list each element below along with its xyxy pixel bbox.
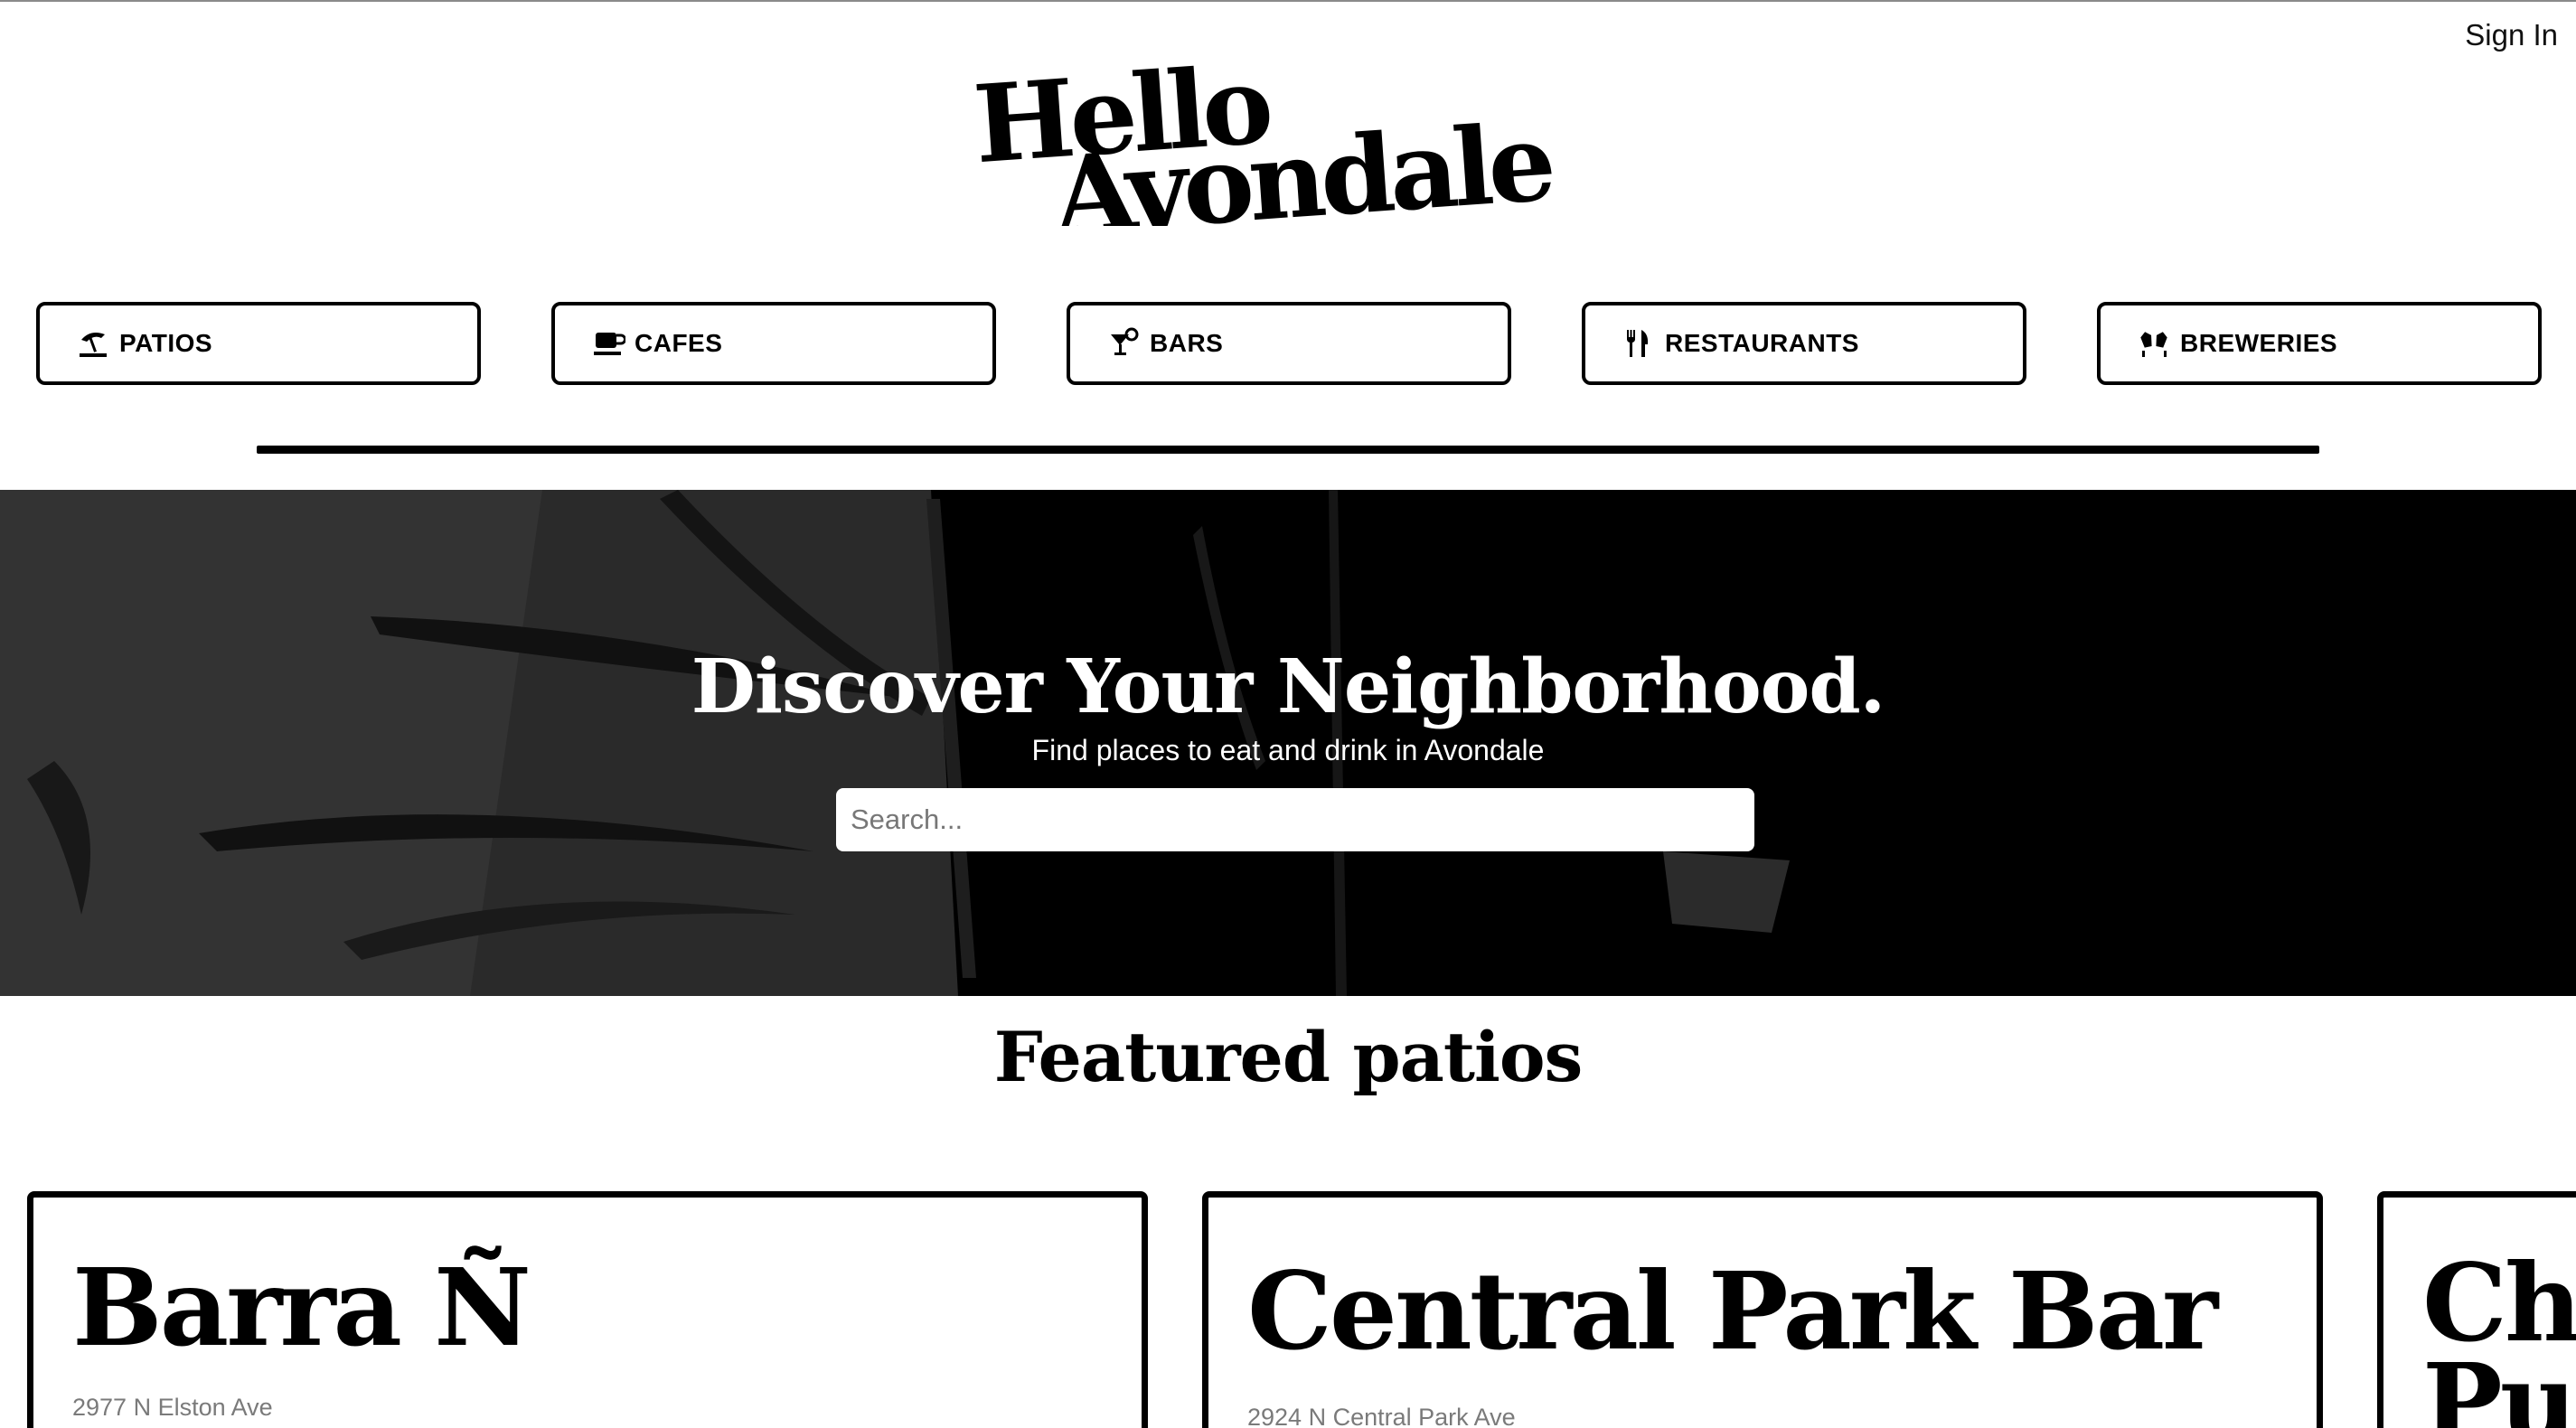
card-address: 2924 N Central Park Ave xyxy=(1247,1404,1516,1428)
nav-restaurants-label: RESTAURANTS xyxy=(1665,329,1859,357)
nav-patios-label: PATIOS xyxy=(119,329,213,357)
search-input[interactable] xyxy=(836,788,1754,851)
nav-cafes-label: CAFES xyxy=(635,329,723,357)
card-title: Barra Ñ xyxy=(72,1245,531,1370)
card-address: 2977 N Elston Ave xyxy=(72,1394,273,1421)
card-title-line-2: Pu xyxy=(2422,1339,2576,1428)
featured-card[interactable]: Barra Ñ 2977 N Elston Ave xyxy=(27,1191,1148,1428)
featured-card[interactable]: Ch Pu xyxy=(2377,1191,2576,1428)
top-border xyxy=(0,0,2576,2)
cocktail-icon xyxy=(1108,327,1141,360)
section-divider xyxy=(257,446,2319,454)
utensils-icon xyxy=(1623,327,1656,360)
featured-card[interactable]: Central Park Bar 2924 N Central Park Ave xyxy=(1202,1191,2323,1428)
nav-cafes-button[interactable]: CAFES xyxy=(551,302,996,385)
nav-restaurants-button[interactable]: RESTAURANTS xyxy=(1582,302,2026,385)
site-logo[interactable]: Hello Avondale xyxy=(967,54,1618,226)
card-title: Central Park Bar xyxy=(1247,1248,2218,1374)
beer-mugs-icon xyxy=(2139,327,2171,360)
hero-subtitle: Find places to eat and drink in Avondale xyxy=(1031,734,1545,766)
nav-breweries-button[interactable]: BREWERIES xyxy=(2097,302,2542,385)
sign-in-link[interactable]: Sign In xyxy=(2465,18,2558,52)
nav-bars-button[interactable]: BARS xyxy=(1067,302,1511,385)
hero-banner: Discover Your Neighborhood. Find places … xyxy=(0,490,2576,996)
nav-bars-label: BARS xyxy=(1150,329,1224,357)
nav-breweries-label: BREWERIES xyxy=(2180,329,2338,357)
hero-title: Discover Your Neighborhood. xyxy=(691,644,1885,730)
nav-patios-button[interactable]: PATIOS xyxy=(36,302,481,385)
page: Sign In Hello Avondale PATIOS CAFES BARS… xyxy=(0,0,2576,1428)
featured-section-title: Featured patios xyxy=(993,1017,1584,1097)
category-nav: PATIOS CAFES BARS RESTAURANTS BREWERIES xyxy=(0,302,2576,385)
coffee-cup-icon xyxy=(593,327,625,360)
umbrella-beach-icon xyxy=(78,327,110,360)
